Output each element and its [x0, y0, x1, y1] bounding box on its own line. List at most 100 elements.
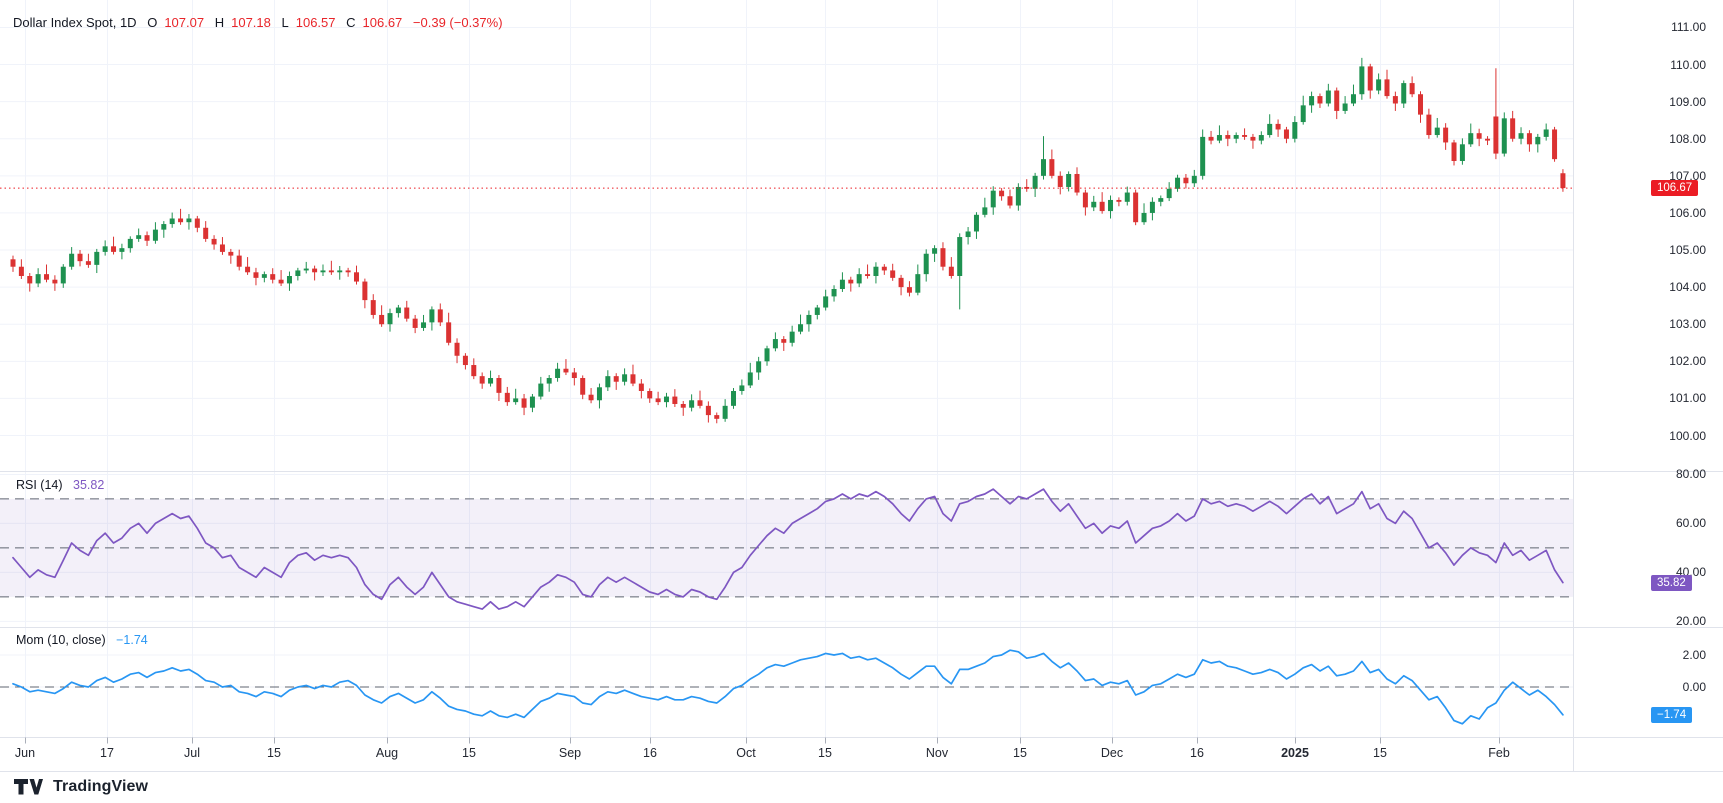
candle-body [345, 270, 351, 273]
candle-body [44, 274, 50, 280]
tradingview-logo-text: TradingView [53, 778, 149, 795]
candle-body [747, 372, 753, 386]
close-label: C [346, 15, 356, 30]
candle-body [898, 277, 904, 288]
candle-body [161, 224, 167, 230]
candle-body [731, 391, 737, 406]
candle-body [1476, 133, 1482, 139]
candle-body [136, 235, 142, 239]
axis-price-label: 104.00 [1669, 280, 1706, 295]
candle-body [1133, 192, 1139, 223]
time-axis-label: 15 [818, 746, 832, 760]
candle-body [1049, 159, 1055, 176]
low-label: L [281, 15, 289, 30]
candle-body [563, 368, 569, 373]
candle-body [772, 339, 778, 349]
candle-body [538, 383, 544, 397]
candle-body [446, 322, 452, 343]
candle-body [655, 398, 661, 403]
rsi-legend[interactable]: RSI (14) 35.82 [16, 478, 111, 492]
axis-price-label: 0.00 [1682, 679, 1706, 694]
time-axis-label: Jun [14, 746, 36, 760]
candle-body [1191, 175, 1197, 184]
chart-container: Dollar Index Spot, 1D O 107.07 H 107.18 L1… [0, 0, 1723, 803]
candle-body [52, 279, 58, 284]
candle-body [395, 307, 401, 314]
chart-canvas[interactable] [0, 0, 1723, 803]
candle-body [672, 396, 678, 404]
high-value: 107.18 [231, 15, 271, 30]
candle-body [203, 227, 209, 239]
candle-body [722, 405, 728, 419]
candle-body [764, 348, 770, 362]
candle-body [789, 331, 795, 343]
candle-body [312, 268, 318, 273]
candle-body [990, 190, 996, 208]
candle-body [689, 400, 695, 408]
candle-body [1493, 116, 1499, 154]
candle-body [186, 218, 192, 223]
candle-body [571, 372, 577, 379]
candle-body [211, 238, 217, 245]
candle-body [588, 394, 594, 401]
candle-body [169, 218, 175, 225]
close-value: 106.67 [362, 15, 403, 30]
candle-body [328, 270, 334, 273]
tradingview-logo[interactable]: TradingView [14, 778, 148, 796]
candle-body [1334, 90, 1340, 111]
candle-body [1309, 96, 1315, 106]
candle-body [1283, 129, 1289, 139]
candle-body [1418, 94, 1424, 115]
candle-body [1350, 94, 1356, 104]
candle-body [337, 270, 343, 273]
candle-body [488, 378, 494, 384]
candle-body [596, 387, 602, 401]
mom-value: −1.74 [116, 633, 148, 647]
candle-body [1116, 199, 1122, 202]
candle-body [513, 398, 519, 403]
candle-body [1459, 144, 1465, 161]
candle-body [848, 279, 854, 284]
time-axis-label: Sep [558, 746, 582, 760]
candle-body [873, 266, 879, 276]
candle-body [1242, 135, 1248, 137]
candle-body [127, 238, 133, 249]
candle-body [379, 314, 385, 325]
candle-body [144, 235, 150, 241]
candle-body [705, 405, 711, 416]
axis-price-label: 103.00 [1669, 317, 1706, 332]
candle-body [1166, 188, 1172, 199]
candle-body [1376, 79, 1382, 91]
mom-legend[interactable]: Mom (10, close) −1.74 [16, 633, 155, 647]
rsi-value: 35.82 [73, 478, 105, 492]
candle-body [102, 246, 108, 252]
candle-body [1108, 199, 1114, 212]
candle-body [437, 309, 443, 323]
symbol-legend[interactable]: Dollar Index Spot, 1D O 107.07 H 107.18 L1… [13, 15, 510, 30]
candle-body [1057, 175, 1063, 187]
candle-body [1485, 138, 1491, 141]
candle-body [1443, 127, 1449, 143]
candle-body [471, 365, 477, 377]
change-value: −0.39 (−0.37%) [412, 15, 503, 30]
candle-body [429, 309, 435, 323]
candle-body [1451, 142, 1457, 161]
candle-body [630, 374, 636, 384]
candle-body [973, 214, 979, 232]
candle-body [245, 266, 251, 273]
axis-price-label: 110.00 [1670, 57, 1706, 72]
candle-body [1275, 123, 1281, 130]
candle-body [814, 307, 820, 315]
mom-value-badge: −1.74 [1651, 707, 1693, 723]
candle-body [965, 231, 971, 238]
time-axis-label: 16 [1190, 746, 1204, 760]
candle-body [496, 378, 502, 393]
axis-price-label: 60.00 [1675, 516, 1706, 531]
candle-body [521, 398, 527, 408]
candle-body [219, 244, 225, 252]
candle-body [152, 229, 158, 241]
tradingview-logo-icon [14, 779, 43, 795]
candle-body [739, 385, 745, 391]
time-axis-label: 17 [100, 746, 114, 760]
candle-body [1526, 133, 1532, 145]
